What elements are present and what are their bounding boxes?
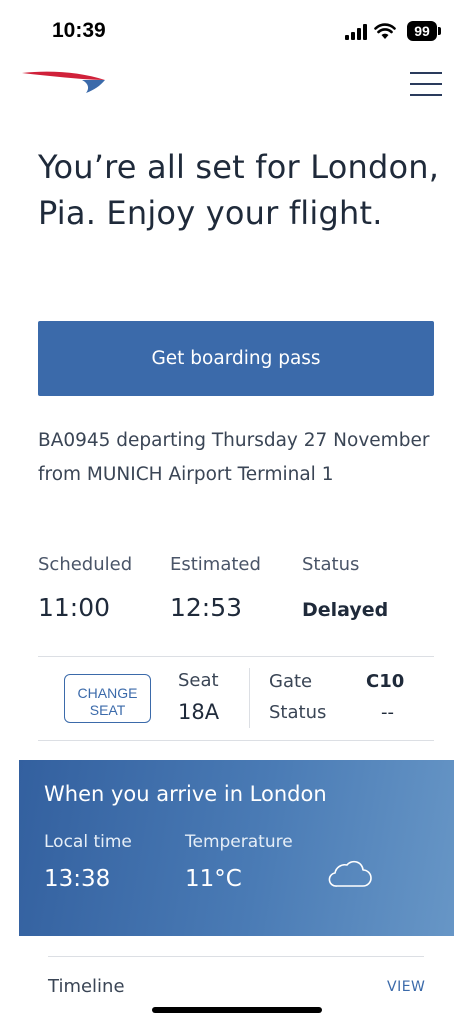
scheduled-time: 11:00 <box>38 593 111 622</box>
gate-label: Gate <box>269 671 313 692</box>
temperature-label: Temperature <box>185 832 293 852</box>
timeline-label: Timeline <box>48 976 125 997</box>
status-label: Status <box>302 554 360 575</box>
home-indicator[interactable] <box>152 1007 322 1013</box>
menu-button[interactable] <box>408 70 444 98</box>
cloud-icon <box>328 860 372 887</box>
divider <box>38 740 434 741</box>
timeline-view-link[interactable]: VIEW <box>387 979 425 995</box>
estimated-column: Estimated 12:53 <box>170 552 261 624</box>
page-title: You’re all set for London, Pia. Enjoy yo… <box>38 148 440 232</box>
signal-icon <box>345 24 367 40</box>
battery-level: 99 <box>407 21 437 41</box>
arrival-title: When you arrive in London <box>44 782 327 806</box>
scheduled-label: Scheduled <box>38 554 133 575</box>
status-time: 10:39 <box>52 19 106 42</box>
gate-value: C10 <box>366 671 405 692</box>
get-boarding-pass-button[interactable]: Get boarding pass <box>38 321 434 396</box>
change-seat-button[interactable]: CHANGE SEAT <box>64 674 151 723</box>
temperature-value: 11°C <box>185 866 242 892</box>
battery-icon: 99 <box>407 21 441 41</box>
british-airways-speedmarque-icon[interactable] <box>20 68 106 94</box>
vertical-divider <box>249 668 250 728</box>
gate-status-value: -- <box>381 702 394 723</box>
local-time-label: Local time <box>44 832 132 852</box>
local-time-value: 13:38 <box>44 866 111 892</box>
estimated-time: 12:53 <box>170 593 243 622</box>
seat-value: 18A <box>178 700 220 724</box>
flight-status-value: Delayed <box>302 599 389 621</box>
scheduled-column: Scheduled 11:00 <box>38 552 132 624</box>
app-header <box>0 60 473 110</box>
status-column: Status Delayed <box>302 552 388 626</box>
estimated-label: Estimated <box>170 554 261 575</box>
wifi-icon <box>374 23 396 39</box>
gate-status-label: Status <box>269 702 327 723</box>
seat-label: Seat <box>178 670 219 691</box>
divider <box>38 656 434 657</box>
divider <box>48 956 424 957</box>
flight-description: BA0945 departing Thursday 27 November fr… <box>38 430 430 485</box>
arrival-info-card: When you arrive in London Local time 13:… <box>19 760 454 936</box>
status-bar: 10:39 99 <box>0 0 473 60</box>
